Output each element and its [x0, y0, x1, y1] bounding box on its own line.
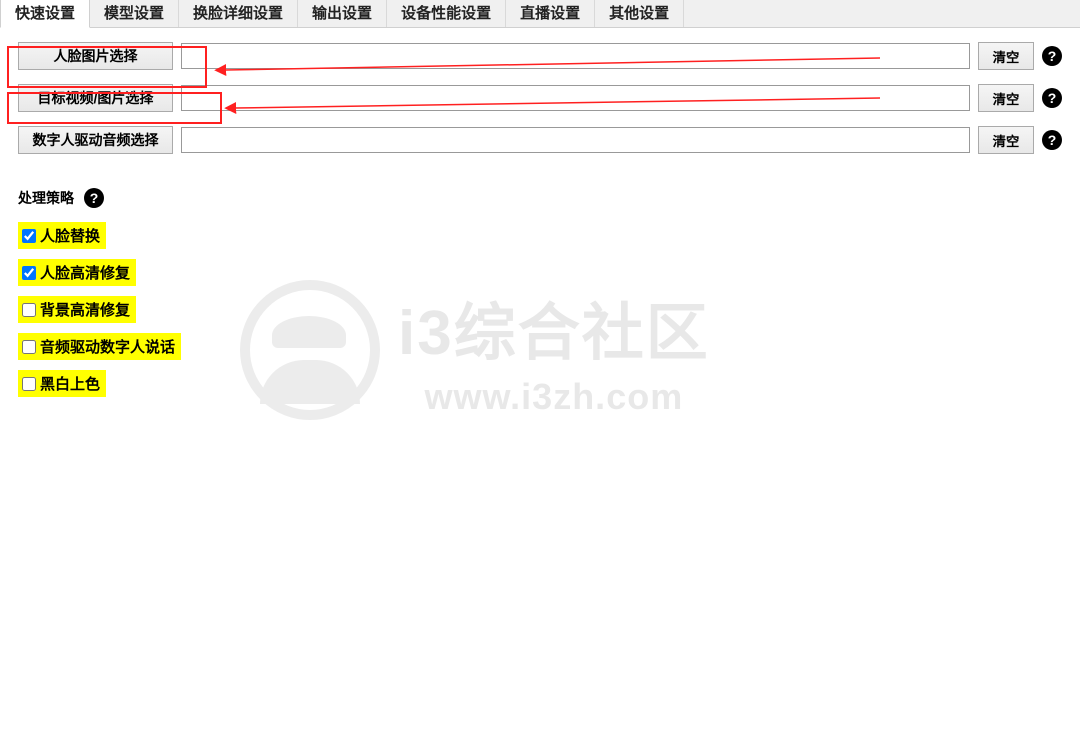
option-bg-hires[interactable]: 背景高清修复 [18, 296, 136, 323]
drive-audio-picker-button[interactable]: 数字人驱动音频选择 [18, 126, 173, 154]
face-image-clear-button[interactable]: 清空 [978, 42, 1034, 70]
face-image-row: 人脸图片选择 清空 ? [18, 42, 1062, 70]
strategy-heading: 处理策略 ? [18, 188, 1062, 208]
face-image-path-input[interactable] [181, 43, 970, 69]
target-media-clear-button[interactable]: 清空 [978, 84, 1034, 112]
strategy-options: 人脸替换 人脸高清修复 背景高清修复 音频驱动数字人说话 黑白上色 [18, 222, 1062, 397]
face-image-picker-button[interactable]: 人脸图片选择 [18, 42, 173, 70]
drive-audio-path-input[interactable] [181, 127, 970, 153]
help-icon[interactable]: ? [84, 188, 104, 208]
tab-model-settings[interactable]: 模型设置 [90, 0, 179, 27]
option-label: 背景高清修复 [40, 299, 130, 320]
target-media-picker-button[interactable]: 目标视频/图片选择 [18, 84, 173, 112]
help-icon[interactable]: ? [1042, 88, 1062, 108]
option-face-hires[interactable]: 人脸高清修复 [18, 259, 136, 286]
option-label: 人脸替换 [40, 225, 100, 246]
tab-face-swap-detail[interactable]: 换脸详细设置 [179, 0, 298, 27]
tab-bar: 快速设置 模型设置 换脸详细设置 输出设置 设备性能设置 直播设置 其他设置 [0, 0, 1080, 28]
drive-audio-clear-button[interactable]: 清空 [978, 126, 1034, 154]
help-icon[interactable]: ? [1042, 46, 1062, 66]
tab-content: 人脸图片选择 清空 ? 目标视频/图片选择 清空 ? 数字人驱动音频选择 清空 … [0, 28, 1080, 411]
help-icon[interactable]: ? [1042, 130, 1062, 150]
target-media-row: 目标视频/图片选择 清空 ? [18, 84, 1062, 112]
target-media-path-input[interactable] [181, 85, 970, 111]
tab-live-settings[interactable]: 直播设置 [506, 0, 595, 27]
option-label: 音频驱动数字人说话 [40, 336, 175, 357]
tab-performance[interactable]: 设备性能设置 [387, 0, 506, 27]
option-bg-hires-checkbox[interactable] [22, 303, 36, 317]
tab-quick-settings[interactable]: 快速设置 [0, 0, 90, 28]
drive-audio-row: 数字人驱动音频选择 清空 ? [18, 126, 1062, 154]
option-face-swap-checkbox[interactable] [22, 229, 36, 243]
option-colorize[interactable]: 黑白上色 [18, 370, 106, 397]
option-face-swap[interactable]: 人脸替换 [18, 222, 106, 249]
tab-other-settings[interactable]: 其他设置 [595, 0, 684, 27]
option-label: 人脸高清修复 [40, 262, 130, 283]
tab-output-settings[interactable]: 输出设置 [298, 0, 387, 27]
strategy-heading-label: 处理策略 [18, 188, 74, 208]
option-colorize-checkbox[interactable] [22, 377, 36, 391]
option-label: 黑白上色 [40, 373, 100, 394]
option-audio-drive[interactable]: 音频驱动数字人说话 [18, 333, 181, 360]
option-audio-drive-checkbox[interactable] [22, 340, 36, 354]
option-face-hires-checkbox[interactable] [22, 266, 36, 280]
